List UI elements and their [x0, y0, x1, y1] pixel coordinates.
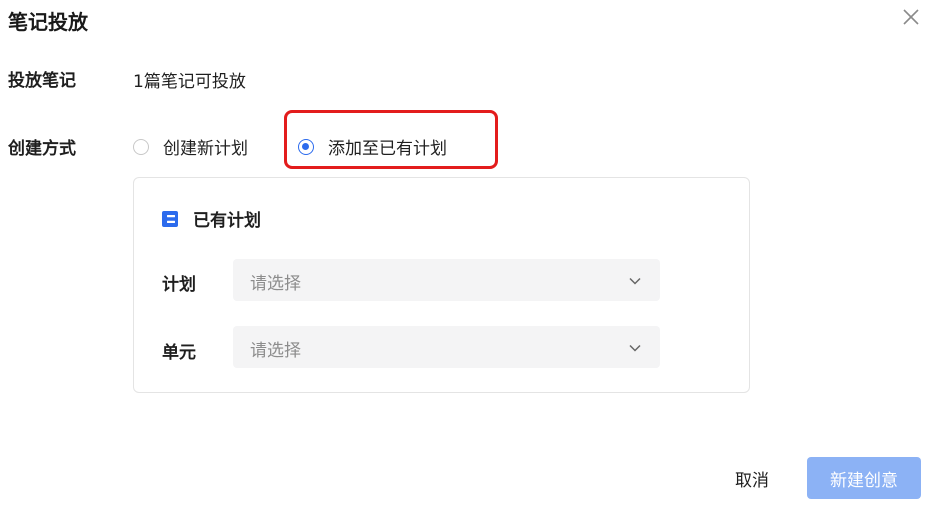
radio-indicator	[133, 138, 149, 155]
unit-select[interactable]: 请选择	[233, 326, 660, 368]
radio-add-to-existing-plan[interactable]: 添加至已有计划	[298, 134, 447, 159]
create-mode-label: 创建方式	[8, 139, 76, 159]
notes-count-value: 1篇笔记可投放	[133, 72, 246, 92]
cancel-button[interactable]: 取消	[722, 456, 782, 500]
radio-label: 创建新计划	[163, 139, 248, 159]
create-creative-button[interactable]: 新建创意	[807, 457, 921, 499]
plan-field-label: 计划	[162, 275, 196, 295]
radio-create-new-plan[interactable]: 创建新计划	[133, 134, 248, 159]
unit-select-placeholder: 请选择	[250, 341, 301, 361]
chevron-down-icon	[628, 273, 642, 287]
dialog-title: 笔记投放	[8, 10, 88, 34]
notes-row-label: 投放笔记	[8, 71, 76, 91]
plan-select[interactable]: 请选择	[233, 259, 660, 301]
chevron-down-icon	[628, 340, 642, 354]
plan-select-placeholder: 请选择	[250, 274, 301, 294]
close-icon[interactable]	[900, 6, 922, 28]
existing-plan-heading: 已有计划	[162, 206, 261, 231]
plan-icon	[162, 210, 178, 227]
radio-indicator-checked	[298, 138, 314, 155]
existing-plan-title: 已有计划	[193, 211, 261, 231]
radio-label: 添加至已有计划	[328, 139, 447, 159]
existing-plan-panel: 已有计划 计划 请选择 单元 请选择	[133, 177, 750, 393]
note-placement-dialog: 笔记投放 投放笔记 1篇笔记可投放 创建方式 创建新计划 添加至已有计划 已有计…	[0, 0, 927, 508]
unit-field-label: 单元	[162, 343, 196, 363]
